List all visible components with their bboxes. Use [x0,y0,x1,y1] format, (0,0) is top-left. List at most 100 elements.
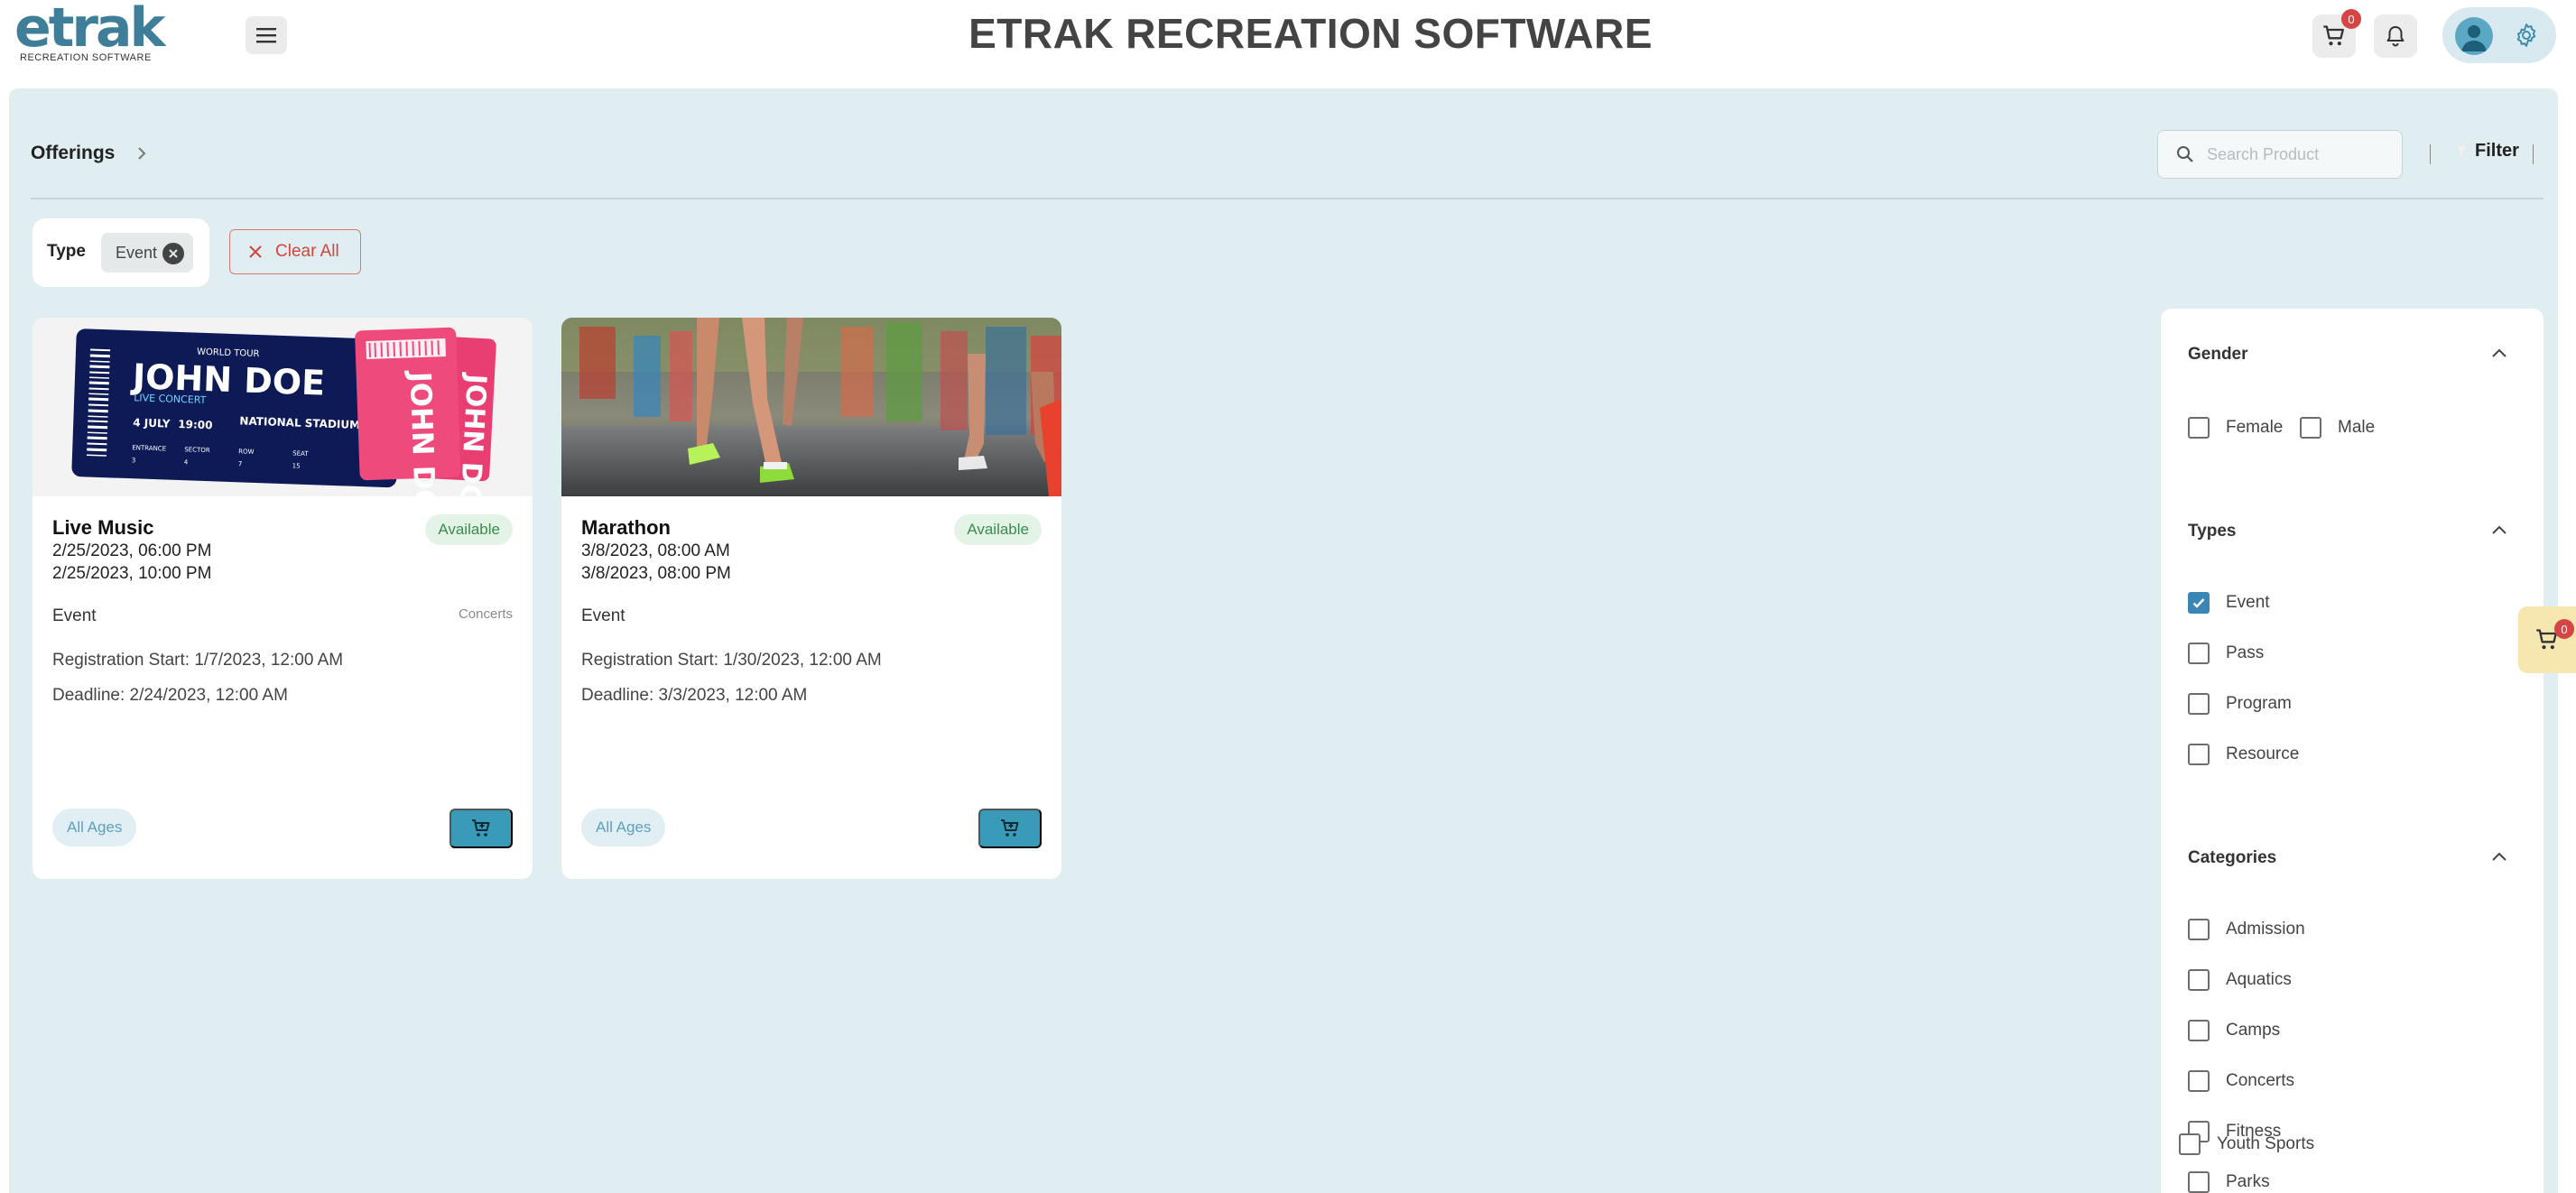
marathon-runners-image [561,318,1061,496]
active-filter-group-label: Type [47,242,86,261]
checkbox[interactable] [2188,1070,2210,1092]
floating-cart-count: 0 [2554,619,2574,639]
filter-section-title[interactable]: Types [2188,522,2237,541]
ticket-field-value: 3 [132,457,136,464]
search-input[interactable] [2207,142,2387,167]
add-cart-icon [472,819,490,837]
checkbox-concerts[interactable]: Concerts [2188,1070,2294,1092]
search-icon [2177,146,2193,162]
concert-ticket-image: JOHN DOE WORLD TOUR JOHN DOE LIVE CONCER… [32,318,533,496]
product-end-date: 2/25/2023, 10:00 PM [52,564,212,583]
product-name[interactable]: Marathon [581,516,671,540]
cart-button[interactable]: 0 [2312,9,2361,58]
filter-panel: Gender Female Male Types Event Pass Prog… [2161,309,2544,1193]
checkbox-label: Concerts [2226,1071,2295,1090]
product-card[interactable]: JOHN DOE WORLD TOUR JOHN DOE LIVE CONCER… [32,318,533,879]
filter-icon [2455,145,2468,158]
checkbox-camps[interactable]: Camps [2188,1020,2280,1041]
add-to-cart-button[interactable] [978,809,1042,848]
user-icon[interactable] [2455,17,2493,55]
age-badge: All Ages [581,809,666,846]
ticket-field-label: ROW [238,448,255,456]
cart-count-badge: 0 [2341,9,2361,29]
checkbox-pass[interactable]: Pass [2188,643,2264,664]
status-badge: Available [425,514,513,545]
chevron-up-icon[interactable] [2491,523,2507,536]
checkbox[interactable] [2188,1020,2210,1041]
chevron-up-icon[interactable] [2491,850,2507,863]
registration-deadline: Deadline: 2/24/2023, 12:00 AM [52,686,288,705]
checkbox-parks[interactable]: Parks [2188,1171,2270,1193]
ticket-field-label: SECTOR [184,446,210,454]
ticket-stub-name: JOHN DOE [403,369,443,496]
add-to-cart-button[interactable] [449,809,513,848]
breadcrumb-offerings[interactable]: Offerings [31,143,115,164]
ticket-field-value: 15 [292,462,301,469]
product-type: Event [581,606,625,625]
checkbox-checked[interactable] [2188,592,2210,614]
filter-button[interactable]: Filter [2455,141,2519,162]
checkbox-male[interactable]: Male [2300,417,2375,439]
floating-cart-button[interactable]: 0 [2518,606,2576,673]
profile-menu[interactable] [2442,7,2556,63]
header-divider [31,198,2544,199]
age-badge: All Ages [52,809,137,846]
checkbox-aquatics[interactable]: Aquatics [2188,969,2292,991]
checkbox-resource[interactable]: Resource [2188,744,2299,765]
checkbox-label: Aquatics [2226,970,2292,989]
close-icon [249,245,262,258]
checkbox[interactable] [2188,693,2210,715]
checkbox-female[interactable]: Female [2188,417,2283,439]
filter-chip-event[interactable]: Event [101,233,193,273]
page-title: ETRAK RECREATION SOFTWARE [968,10,1653,57]
ticket-time: 19:00 [178,418,213,431]
divider [2430,144,2431,164]
product-end-date: 3/8/2023, 08:00 PM [581,564,731,583]
main-content: Offerings Filter Type Event [9,88,2558,1193]
filter-label: Filter [2475,141,2519,161]
ticket-field-label: SEAT [292,449,309,458]
checkbox[interactable] [2188,643,2210,664]
checkbox[interactable] [2188,417,2210,439]
product-category: Concerts [458,606,513,622]
app-header: etrak RECREATION SOFTWARE ETRAK RECREATI… [0,0,2576,88]
checkbox-label: Female [2226,418,2284,437]
registration-start: Registration Start: 1/30/2023, 12:00 AM [581,651,882,670]
checkbox-admission[interactable]: Admission [2188,919,2305,940]
product-start-date: 3/8/2023, 08:00 AM [581,541,730,560]
checkbox-label: Event [2226,593,2270,612]
checkbox-event[interactable]: Event [2188,592,2270,614]
cart-icon [2323,25,2344,46]
chevron-up-icon[interactable] [2491,347,2507,359]
divider [2533,144,2534,164]
product-name[interactable]: Live Music [52,516,153,540]
product-card[interactable]: Marathon 3/8/2023, 08:00 AM 3/8/2023, 08… [561,318,1061,879]
ticket-field-label: ENTRANCE [132,444,166,452]
ticket-field-value: 4 [184,458,189,466]
checkbox[interactable] [2300,417,2321,439]
checkbox[interactable] [2188,1171,2210,1193]
checkbox-label: Program [2226,694,2292,713]
search-box[interactable] [2157,130,2403,179]
gear-icon[interactable] [2513,22,2540,49]
checkbox[interactable] [2188,744,2210,765]
checkbox[interactable] [2188,919,2210,940]
active-filters: Type Event [32,218,209,287]
checkbox-program[interactable]: Program [2188,693,2292,715]
remove-chip-icon[interactable] [162,243,184,264]
checkbox[interactable] [2179,1133,2201,1155]
checkbox-label: Admission [2226,920,2305,939]
registration-start: Registration Start: 1/7/2023, 12:00 AM [52,651,344,670]
filter-section-title[interactable]: Gender [2188,345,2248,365]
checkbox[interactable] [2188,969,2210,991]
clear-all-button[interactable]: Clear All [229,229,361,274]
checkbox-label: Resource [2226,744,2300,763]
checkbox-label: Youth Sports [2217,1134,2315,1153]
clear-all-label: Clear All [275,242,339,261]
add-cart-icon [1001,819,1019,837]
registration-deadline: Deadline: 3/3/2023, 12:00 AM [581,686,808,705]
notifications-button[interactable] [2374,14,2417,58]
filter-section-title[interactable]: Categories [2188,848,2276,868]
checkbox-youth-sports[interactable]: Youth Sports [2179,1133,2314,1155]
ticket-date: 4 JULY [133,416,171,430]
